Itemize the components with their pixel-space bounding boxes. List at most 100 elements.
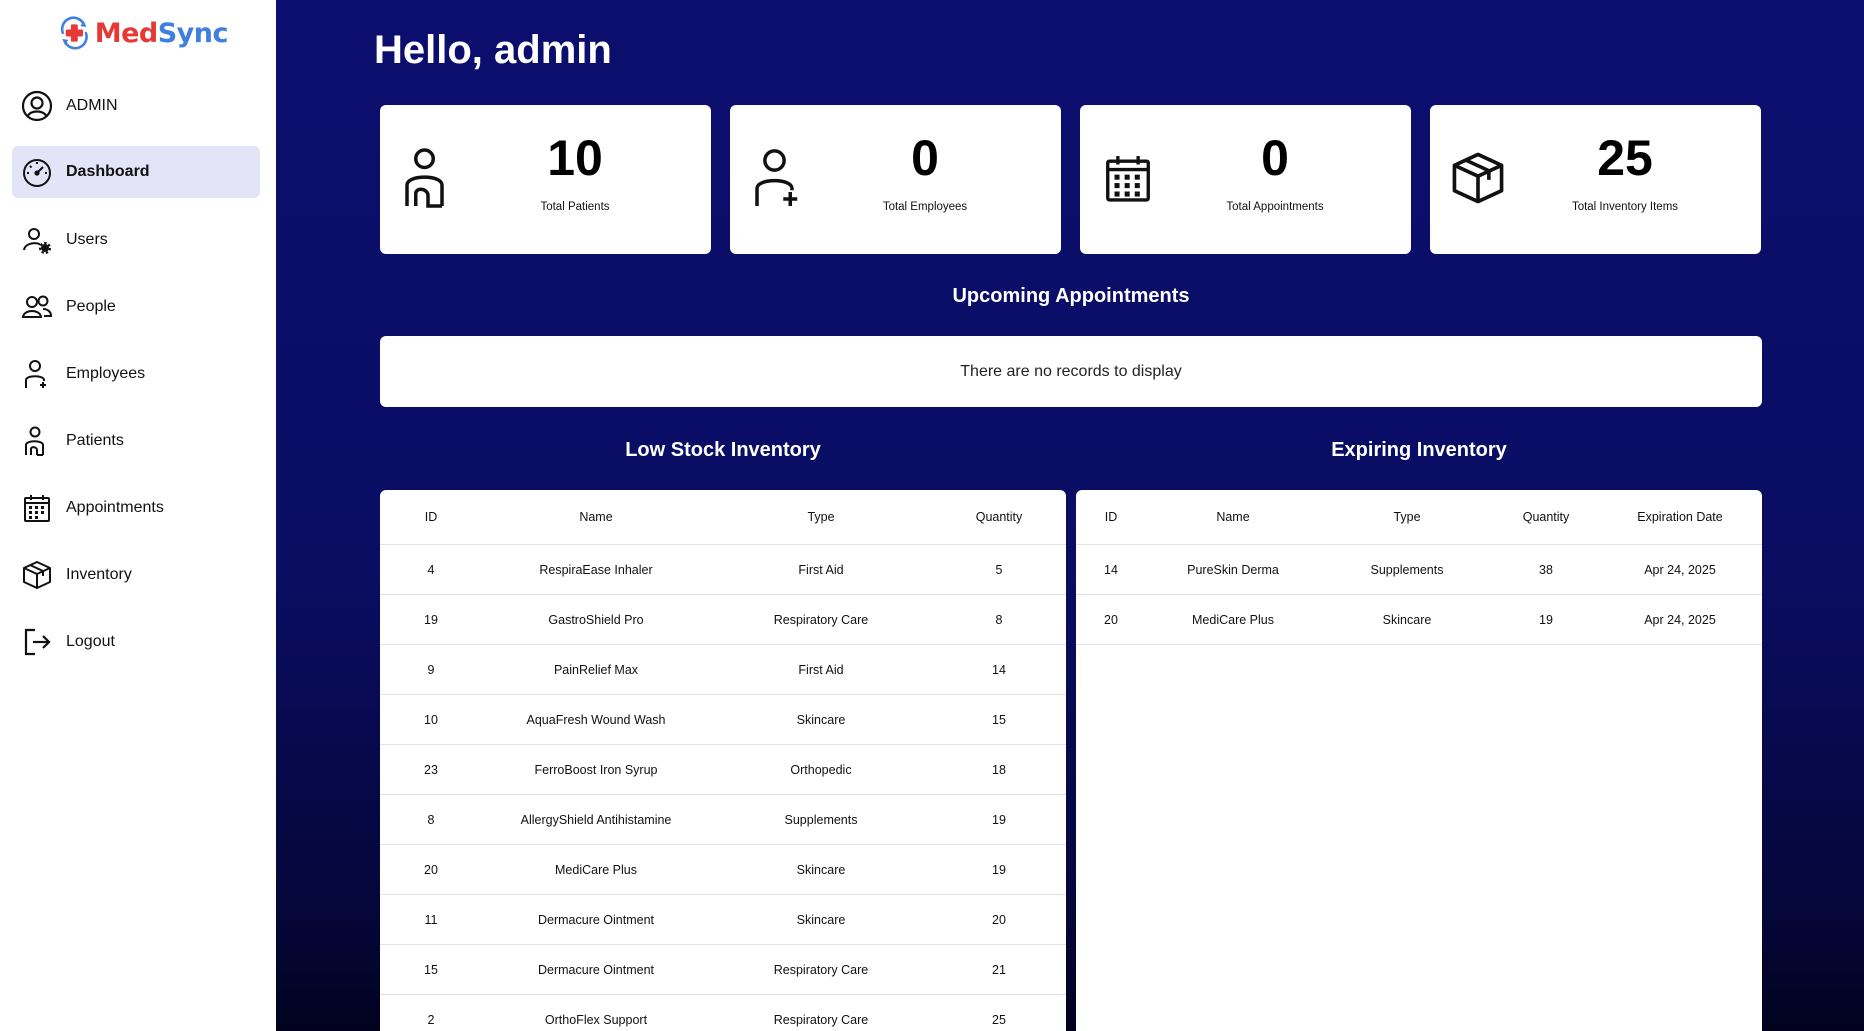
- stat-value: 0: [1261, 130, 1289, 186]
- cell-id: 9: [380, 644, 482, 695]
- table-row[interactable]: 20 MediCare Plus Skincare 19 Apr 24, 2025: [1076, 594, 1762, 645]
- cell-type: Respiratory Care: [710, 594, 932, 645]
- cell-id: 4: [380, 544, 482, 595]
- column-header-quantity[interactable]: Quantity: [1494, 490, 1598, 545]
- stat-value: 0: [911, 130, 939, 186]
- table-row[interactable]: 8 AllergyShield Antihistamine Supplements 1…: [380, 794, 1066, 845]
- user-gear-icon: [20, 223, 54, 257]
- employee-icon: [748, 145, 808, 211]
- low-stock-table-container: ID Name Type Quantity 4 RespiraEase Inhal…: [380, 490, 1066, 1031]
- cell-type: Skincare: [710, 694, 932, 745]
- sidebar-item-label: Dashboard: [66, 163, 150, 180]
- cell-id: 15: [380, 944, 482, 995]
- cell-type: Skincare: [710, 844, 932, 895]
- cell-type: Respiratory Care: [710, 944, 932, 995]
- column-header-type[interactable]: Type: [710, 490, 932, 545]
- sidebar-item-label: Employees: [66, 365, 146, 382]
- appointments-empty-state: There are no records to display: [380, 336, 1762, 407]
- sidebar-item-inventory[interactable]: Inventory: [12, 549, 260, 601]
- stat-label: Total Employees: [882, 201, 968, 213]
- table-row[interactable]: 20 MediCare Plus Skincare 19: [380, 844, 1066, 895]
- brand-name-part1: Med: [94, 17, 159, 49]
- low-stock-table: ID Name Type Quantity 4 RespiraEase Inhal…: [380, 490, 1066, 1031]
- table-row[interactable]: 14 PureSkin Derma Supplements 38 Apr 24, 202…: [1076, 544, 1762, 595]
- box-icon: [20, 558, 54, 592]
- cell-quantity: 19: [1494, 594, 1598, 645]
- stat-label: Total Inventory Items: [1571, 201, 1679, 213]
- page-title: Hello, admin: [374, 28, 612, 72]
- table-row[interactable]: 15 Dermacure Ointment Respiratory Care 21: [380, 944, 1066, 995]
- box-icon: [1448, 145, 1508, 211]
- cell-name: MediCare Plus: [482, 844, 710, 895]
- cell-name: OrthoFlex Support: [482, 994, 710, 1031]
- table-row[interactable]: 19 GastroShield Pro Respiratory Care 8: [380, 594, 1066, 645]
- cell-expiration-date: Apr 24, 2025: [1598, 594, 1762, 645]
- stat-label: Total Appointments: [1226, 201, 1324, 213]
- cell-id: 11: [380, 894, 482, 945]
- stat-card-employees: 0 Total Employees: [730, 105, 1061, 254]
- column-header-type[interactable]: Type: [1320, 490, 1494, 545]
- sidebar-item-logout[interactable]: Logout: [12, 616, 260, 668]
- cell-id: 20: [380, 844, 482, 895]
- column-header-expiration-date[interactable]: Expiration Date: [1598, 490, 1762, 545]
- calendar-icon: [20, 491, 54, 525]
- cell-quantity: 25: [932, 994, 1066, 1031]
- column-header-id[interactable]: ID: [380, 490, 482, 545]
- sidebar-item-label: Appointments: [66, 499, 164, 516]
- cell-type: Supplements: [1320, 544, 1494, 595]
- cell-quantity: 18: [932, 744, 1066, 795]
- column-header-name[interactable]: Name: [482, 490, 710, 545]
- cell-type: First Aid: [710, 544, 932, 595]
- sidebar-item-label: Logout: [66, 633, 115, 650]
- sidebar-item-label: ADMIN: [66, 97, 118, 114]
- sidebar-item-patients[interactable]: Patients: [12, 415, 260, 467]
- column-header-quantity[interactable]: Quantity: [932, 490, 1066, 545]
- cell-type: Supplements: [710, 794, 932, 845]
- sidebar-item-people[interactable]: People: [12, 281, 260, 333]
- cell-type: Orthopedic: [710, 744, 932, 795]
- cell-type: Respiratory Care: [710, 994, 932, 1031]
- cell-id: 19: [380, 594, 482, 645]
- cell-name: Dermacure Ointment: [482, 944, 710, 995]
- sidebar-item-employees[interactable]: Employees: [12, 348, 260, 400]
- cell-quantity: 19: [932, 794, 1066, 845]
- table-row[interactable]: 23 FerroBoost Iron Syrup Orthopedic 18: [380, 744, 1066, 795]
- sidebar-item-admin[interactable]: ADMIN: [12, 80, 260, 132]
- cell-id: 2: [380, 994, 482, 1031]
- expiring-table: ID Name Type Quantity Expiration Date 14…: [1076, 490, 1762, 645]
- cell-id: 14: [1076, 544, 1146, 595]
- stat-card-patients: 10 Total Patients: [380, 105, 711, 254]
- cell-expiration-date: Apr 24, 2025: [1598, 544, 1762, 595]
- stat-value: 10: [547, 130, 603, 186]
- table-row[interactable]: 11 Dermacure Ointment Skincare 20: [380, 894, 1066, 945]
- sidebar-item-appointments[interactable]: Appointments: [12, 482, 260, 534]
- expiring-inventory-title: Expiring Inventory: [1331, 439, 1507, 461]
- cell-quantity: 21: [932, 944, 1066, 995]
- cell-name: FerroBoost Iron Syrup: [482, 744, 710, 795]
- calendar-icon: [1098, 145, 1158, 211]
- column-header-name[interactable]: Name: [1146, 490, 1320, 545]
- cell-quantity: 5: [932, 544, 1066, 595]
- patient-icon: [20, 424, 54, 458]
- sidebar-item-users[interactable]: Users: [12, 214, 260, 266]
- cell-type: Skincare: [710, 894, 932, 945]
- cell-quantity: 15: [932, 694, 1066, 745]
- cell-quantity: 38: [1494, 544, 1598, 595]
- brand-logo[interactable]: MedSync: [58, 12, 229, 54]
- sidebar-item-dashboard[interactable]: Dashboard: [12, 146, 260, 198]
- stat-label: Total Patients: [540, 201, 610, 213]
- column-header-id[interactable]: ID: [1076, 490, 1146, 545]
- table-header-row: ID Name Type Quantity: [380, 490, 1066, 545]
- cell-name: RespiraEase Inhaler: [482, 544, 710, 595]
- cell-type: First Aid: [710, 644, 932, 695]
- table-row[interactable]: 4 RespiraEase Inhaler First Aid 5: [380, 544, 1066, 595]
- logout-icon: [20, 625, 54, 659]
- table-row[interactable]: 9 PainRelief Max First Aid 14: [380, 644, 1066, 695]
- cell-name: PainRelief Max: [482, 644, 710, 695]
- cell-name: MediCare Plus: [1146, 594, 1320, 645]
- cell-name: PureSkin Derma: [1146, 544, 1320, 595]
- table-row[interactable]: 2 OrthoFlex Support Respiratory Care 25: [380, 994, 1066, 1031]
- table-row[interactable]: 10 AquaFresh Wound Wash Skincare 15: [380, 694, 1066, 745]
- sidebar-item-label: People: [66, 298, 116, 315]
- expiring-table-container: ID Name Type Quantity Expiration Date 14…: [1076, 490, 1762, 1031]
